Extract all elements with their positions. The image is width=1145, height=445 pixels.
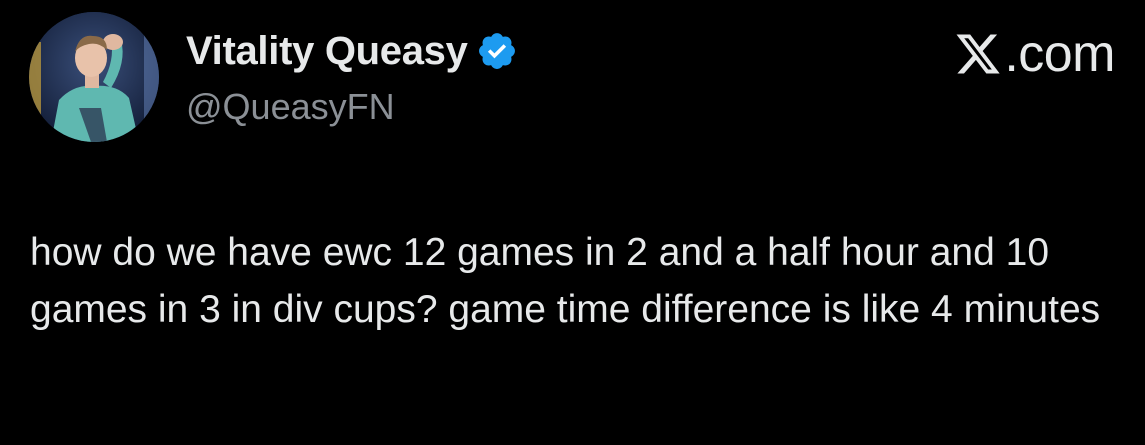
tweet-card: Vitality Queasy @QueasyFN .com how do we… [0,0,1145,445]
verified-checkmark-icon [476,30,518,72]
display-name[interactable]: Vitality Queasy [186,29,468,74]
author-block: Vitality Queasy @QueasyFN [186,24,518,128]
name-row: Vitality Queasy [186,24,518,78]
x-logo-icon [956,34,1000,74]
profile-photo [29,12,159,142]
avatar[interactable] [29,12,159,142]
logo-text: .com [1004,25,1115,83]
brand-logo: .com [954,24,1115,84]
tweet-text: how do we have ewc 12 games in 2 and a h… [30,231,1101,331]
handle[interactable]: @QueasyFN [186,86,518,128]
